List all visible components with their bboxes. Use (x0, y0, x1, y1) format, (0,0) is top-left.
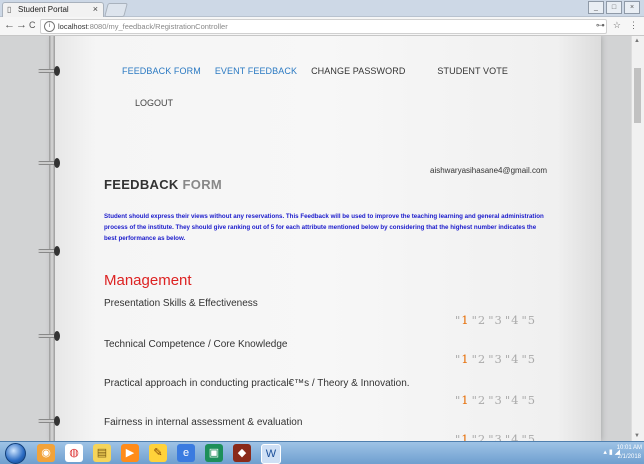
rating-group: "1 "2 "3 "4 "5 (455, 313, 537, 327)
user-email: aishwaryasihasane4@gmail.com (430, 166, 548, 175)
rating-option-2[interactable]: 2 (478, 432, 486, 441)
new-tab-button[interactable] (104, 3, 128, 17)
key-icon[interactable]: ⊶ (596, 20, 605, 31)
clock-date: 2/1/2018 (617, 454, 641, 460)
window-controls: _ □ × (588, 1, 640, 14)
address-bar: ← → C i localhost:8080/my_feedback/Regist… (0, 17, 644, 36)
binder-ring (38, 416, 60, 426)
rating-option-2[interactable]: 2 (478, 393, 486, 407)
page-icon: ▯ (7, 5, 12, 14)
menu-change-password[interactable]: CHANGE PASSWORD (304, 66, 412, 76)
netbeans-icon[interactable]: ◆ (233, 444, 251, 462)
scrollbar[interactable]: ▲ ▼ (631, 36, 644, 441)
rating-option-4[interactable]: 4 (511, 432, 519, 441)
scroll-up-icon[interactable]: ▲ (634, 38, 640, 44)
folder-icon[interactable]: ▤ (93, 444, 111, 462)
rating-option-2[interactable]: 2 (478, 352, 486, 366)
rating-option-1[interactable]: 1 (461, 352, 469, 366)
start-button[interactable] (5, 443, 26, 464)
rating-option-5[interactable]: 5 (528, 432, 536, 441)
rating-option-4[interactable]: 4 (511, 393, 519, 407)
rating-option-1[interactable]: 1 (461, 432, 469, 441)
rating-option-3[interactable]: 3 (495, 432, 503, 441)
binder-ring (38, 246, 60, 256)
rating-option-1[interactable]: 1 (461, 393, 469, 407)
rating-option-5[interactable]: 5 (528, 313, 536, 327)
rating-group: "1 "2 "3 "4 "5 (455, 393, 537, 407)
page-title-accent: FORM (178, 177, 223, 192)
section-heading: Management (104, 272, 192, 289)
menu-student-vote[interactable]: STUDENT VOTE (430, 66, 515, 76)
question-text: Technical Competence / Core Knowledge (104, 339, 288, 350)
media-player-icon[interactable]: ▶ (121, 444, 139, 462)
word-icon[interactable]: W (261, 444, 281, 464)
scroll-thumb[interactable] (634, 68, 641, 123)
binder-ring (38, 331, 60, 341)
url-host: localhost (58, 22, 88, 31)
chrome-icon[interactable]: ◍ (65, 444, 83, 462)
rating-option-2[interactable]: 2 (478, 313, 486, 327)
rating-option-5[interactable]: 5 (528, 352, 536, 366)
question-text: Presentation Skills & Effectiveness (104, 298, 258, 309)
maximize-button[interactable]: □ (606, 1, 622, 14)
scroll-down-icon[interactable]: ▼ (634, 433, 640, 439)
rating-option-3[interactable]: 3 (495, 393, 503, 407)
browser-tab[interactable]: ▯ Student Portal × (2, 2, 104, 17)
rating-option-5[interactable]: 5 (528, 393, 536, 407)
instructions-text: Student should express their views witho… (104, 213, 544, 242)
rating-option-3[interactable]: 3 (495, 352, 503, 366)
binder-ring (38, 158, 60, 168)
rating-option-4[interactable]: 4 (511, 313, 519, 327)
page-title: FEEDBACK FORM (104, 177, 222, 192)
notebook-spine (49, 36, 55, 441)
clock[interactable]: 10:01 AM 2/1/2018 (617, 444, 642, 462)
forward-icon[interactable]: → (16, 19, 27, 31)
app-icon[interactable]: ▣ (205, 444, 223, 462)
reload-icon[interactable]: C (29, 20, 36, 30)
tab-title: Student Portal (18, 5, 69, 14)
menu-icon[interactable]: ⋮ (629, 20, 638, 31)
minimize-button[interactable]: _ (588, 1, 604, 14)
address-icons: ⊶ ☆ ⋮ (596, 20, 638, 31)
rating-option-4[interactable]: 4 (511, 352, 519, 366)
menu-feedback-form[interactable]: FEEDBACK FORM (115, 66, 208, 76)
question-text: Fairness in internal assessment & evalua… (104, 417, 303, 428)
url-input[interactable]: i localhost:8080/my_feedback/Registration… (40, 19, 607, 34)
rating-group: "1 "2 "3 "4 "5 (455, 352, 537, 366)
tab-close-icon[interactable]: × (93, 4, 98, 14)
url-path: :8080/my_feedback/RegistrationController (87, 22, 228, 31)
taskbar: ◉ ◍ ▤ ▶ ✎ e ▣ ◆ W ▴ ▮ ◢ 10:01 AM 2/1/201… (0, 441, 644, 464)
ie-icon[interactable]: e (177, 444, 195, 462)
star-icon[interactable]: ☆ (613, 20, 621, 31)
question-text: Practical approach in conducting practic… (104, 378, 410, 389)
menu-event-feedback[interactable]: EVENT FEEDBACK (208, 66, 304, 76)
info-icon[interactable]: i (44, 21, 55, 32)
rating-option-1[interactable]: 1 (461, 313, 469, 327)
pen-icon[interactable]: ✎ (149, 444, 167, 462)
page-title-main: FEEDBACK (104, 177, 179, 192)
page-viewport: FEEDBACK FORM EVENT FEEDBACK CHANGE PASS… (0, 36, 644, 441)
back-icon[interactable]: ← (4, 19, 15, 31)
browser-titlebar: ▯ Student Portal × _ □ × (0, 0, 644, 17)
rating-group: "1 "2 "3 "4 "5 (455, 432, 538, 441)
clock-time: 10:01 AM (616, 445, 642, 451)
firefox-icon[interactable]: ◉ (37, 444, 55, 462)
close-window-button[interactable]: × (624, 1, 640, 14)
rating-option-3[interactable]: 3 (495, 313, 503, 327)
top-menu: FEEDBACK FORM EVENT FEEDBACK CHANGE PASS… (115, 66, 515, 76)
binder-ring (38, 66, 60, 76)
menu-logout[interactable]: LOGOUT (135, 98, 173, 108)
